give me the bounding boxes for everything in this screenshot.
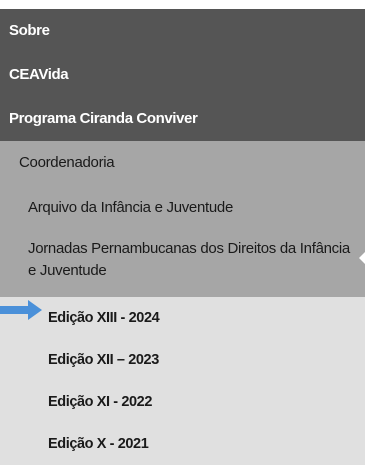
menu-item-edicao-xiii-2024[interactable]: Edição XIII - 2024 xyxy=(0,297,365,339)
menu-item-edicao-xi-2022[interactable]: Edição XI - 2022 xyxy=(0,381,365,423)
menu-item-ceavida[interactable]: CEAVida xyxy=(0,53,365,97)
menu-item-coordenadoria[interactable]: Coordenadoria xyxy=(0,141,365,185)
side-menu: Sobre CEAVida Programa Ciranda Conviver … xyxy=(0,0,365,465)
caret-left-icon xyxy=(359,252,365,264)
menu-item-jornadas-pernambucanas[interactable]: Jornadas Pernambucanas dos Direitos da I… xyxy=(0,230,365,297)
menu-item-edicao-x-2021[interactable]: Edição X - 2021 xyxy=(0,423,365,465)
menu-item-jornadas-label: Jornadas Pernambucanas dos Direitos da I… xyxy=(28,240,350,279)
menu-item-programa-ciranda-conviver[interactable]: Programa Ciranda Conviver xyxy=(0,97,365,141)
menu-item-sobre[interactable]: Sobre xyxy=(0,9,365,53)
right-arrow-icon xyxy=(0,300,42,320)
menu-item-edicao-xii-2023[interactable]: Edição XII – 2023 xyxy=(0,339,365,381)
menu-item-arquivo-infancia-juventude[interactable]: Arquivo da Infância e Juventude xyxy=(0,185,365,230)
